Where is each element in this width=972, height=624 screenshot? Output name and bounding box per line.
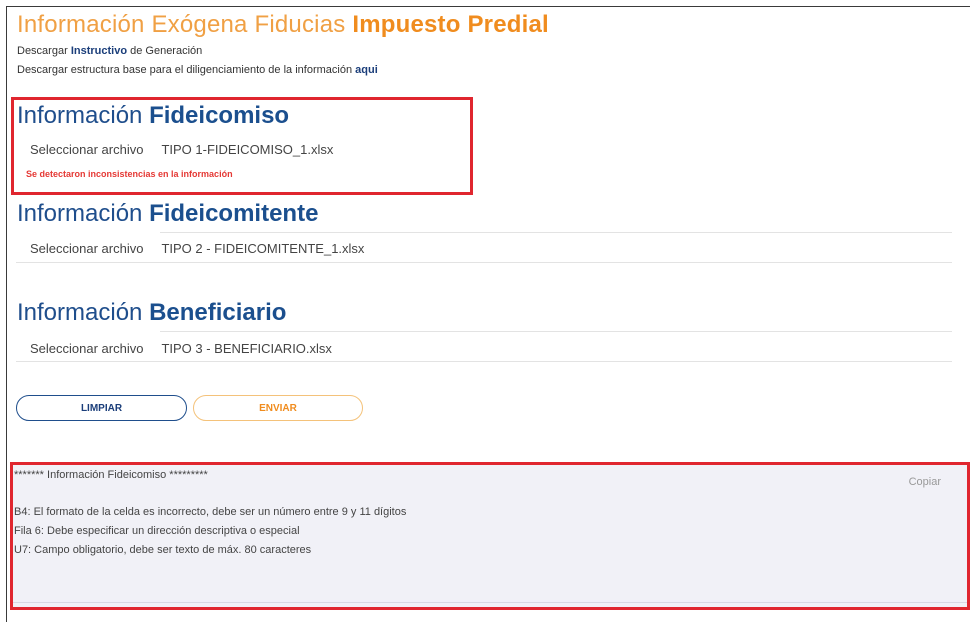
download-template-line: Descargar estructura base para el dilige… [17, 64, 378, 76]
download-instructions-prefix: Descargar [17, 45, 68, 57]
select-file-button[interactable]: Seleccionar archivo [30, 341, 143, 356]
section-title-light: Información [17, 200, 143, 227]
section-title-fideicomitente: Información Fideicomitente [17, 200, 318, 228]
send-button[interactable]: ENVIAR [193, 395, 363, 421]
page-title-bold: Impuesto Predial [352, 11, 549, 38]
template-download-link[interactable]: aqui [355, 64, 378, 76]
download-instructions-line: Descargar Instructivo de Generación [17, 45, 202, 57]
clear-button[interactable]: LIMPIAR [16, 395, 187, 421]
page-title: Información Exógena Fiducias Impuesto Pr… [17, 11, 549, 39]
highlight-box-output [10, 462, 970, 610]
select-file-button[interactable]: Seleccionar archivo [30, 241, 143, 256]
divider [16, 262, 952, 263]
divider [16, 361, 952, 362]
section-title-light: Información [17, 299, 143, 326]
file-name: TIPO 2 - FIDEICOMITENTE_1.xlsx [161, 241, 365, 256]
file-name: TIPO 3 - BENEFICIARIO.xlsx [161, 341, 332, 356]
divider [160, 331, 952, 332]
file-row-beneficiario: Seleccionar archivo TIPO 3 - BENEFICIARIO… [30, 341, 332, 356]
download-instructions-suffix: de Generación [130, 45, 203, 57]
download-template-text: Descargar estructura base para el dilige… [17, 64, 353, 76]
instructivo-link[interactable]: Instructivo [71, 45, 127, 57]
section-title-beneficiario: Información Beneficiario [17, 299, 286, 327]
page-title-light: Información Exógena Fiducias [17, 11, 346, 38]
file-row-fideicomitente: Seleccionar archivo TIPO 2 - FIDEICOMITEN… [30, 241, 364, 256]
highlight-box-fideicomiso [11, 97, 473, 195]
divider [160, 232, 952, 233]
section-title-bold: Beneficiario [149, 299, 287, 326]
section-title-bold: Fideicomitente [149, 200, 319, 227]
